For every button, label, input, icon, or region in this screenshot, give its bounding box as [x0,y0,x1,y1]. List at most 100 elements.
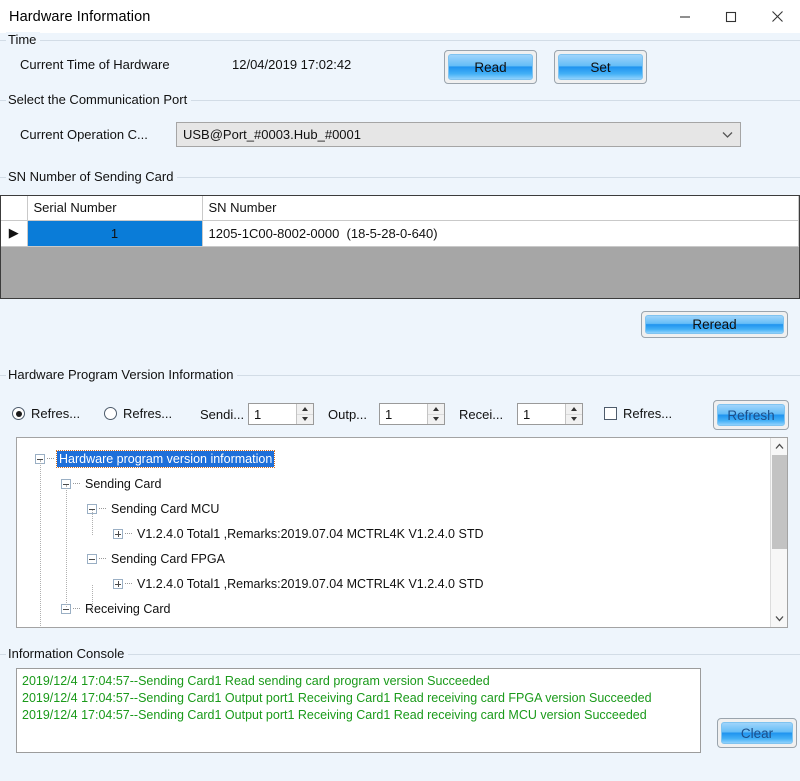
tree-node[interactable]: Receiving Card [17,596,770,621]
version-group-legend: Hardware Program Version Information [6,367,237,382]
table-header-serial: Serial Number [27,196,202,220]
receiving-card-value[interactable]: 1 [518,404,565,424]
radio-refresh-single[interactable]: Refres... [104,406,172,421]
window-controls [662,0,800,33]
scrollbar-thumb[interactable] [772,455,787,549]
tree-connector-line [92,510,93,535]
tree-node-label[interactable]: Sending Card MCU [109,501,221,517]
table-header-row: Serial Number SN Number [1,196,799,220]
sn-table[interactable]: Serial Number SN Number ▶ 1 1205-1C00-80… [0,195,800,299]
refresh-button-label: Refresh [717,404,785,426]
stepper-down-icon[interactable] [428,415,444,425]
chevron-up-icon[interactable] [771,438,788,455]
current-time-value: 12/04/2019 17:02:42 [232,57,351,72]
console-line: 2019/12/4 17:04:57--Sending Card1 Output… [22,707,695,724]
refresh-checkbox[interactable]: Refres... [604,406,672,421]
tree-node-label[interactable]: V1.2.4.0 Total1 ,Remarks:2019.07.04 MCTR… [135,576,485,592]
stepper-up-icon[interactable] [297,404,313,415]
row-serial-number[interactable]: 1 [27,220,202,246]
chevron-down-icon[interactable] [771,610,788,627]
reread-button[interactable]: Reread [641,311,788,338]
tree-node[interactable]: Sending Card MCU [17,496,770,521]
radio-refresh-all[interactable]: Refres... [12,406,80,421]
tree-node[interactable]: Hardware program version information [17,446,770,471]
tree-connector-line [92,585,93,610]
stepper-down-icon[interactable] [566,415,582,425]
tree-connector [125,533,132,534]
row-sn-number[interactable]: 1205-1C00-8002-0000 (18-5-28-0-640) [202,220,799,246]
minimize-button[interactable] [662,0,708,33]
close-icon [771,10,784,23]
refresh-checkbox-label: Refres... [623,406,672,421]
tree-connector-line [40,460,41,627]
console-group-legend: Information Console [6,646,128,661]
read-button[interactable]: Read [444,50,537,84]
clear-button-label: Clear [721,722,793,744]
tree-node-label[interactable]: V1.2.4.0 Total1 ,Remarks:2019.07.04 MCTR… [135,526,485,542]
tree-node[interactable]: V1.2.4.0 Total1 ,Remarks:2019.07.04 MCTR… [17,521,770,546]
expand-icon[interactable] [113,529,123,539]
stepper-up-icon[interactable] [566,404,582,415]
collapse-icon[interactable] [87,554,97,564]
refresh-button[interactable]: Refresh [713,400,789,430]
scrollbar-track[interactable] [771,455,788,610]
output-port-value[interactable]: 1 [380,404,427,424]
radio-refresh-all-label: Refres... [31,406,80,421]
radio-refresh-single-label: Refres... [123,406,172,421]
tree-node-label[interactable]: Hardware program version information [57,451,274,467]
output-port-stepper[interactable]: 1 [379,403,445,425]
tree-node[interactable]: V1.2.4.0 Total1 ,Remarks:2019.07.04 MCTR… [17,571,770,596]
close-button[interactable] [754,0,800,33]
maximize-button[interactable] [708,0,754,33]
console-line: 2019/12/4 17:04:57--Sending Card1 Output… [22,690,695,707]
tree-node-label[interactable]: Sending Card FPGA [109,551,227,567]
tree-node[interactable]: Sending Card FPGA [17,546,770,571]
set-button[interactable]: Set [554,50,647,84]
port-combobox[interactable]: USB@Port_#0003.Hub_#0001 [176,122,741,147]
sending-card-stepper-buttons[interactable] [296,404,313,424]
tree-node-label[interactable]: Sending Card [83,476,163,492]
receiving-card-stepper[interactable]: 1 [517,403,583,425]
tree-connector [47,458,54,459]
current-port-label: Current Operation C... [20,127,148,142]
chevron-down-icon [714,131,740,139]
reread-button-label: Reread [645,315,784,334]
title-bar: Hardware Information [0,0,800,33]
time-group: Time Current Time of Hardware 12/04/2019… [0,40,800,92]
output-port-label: Outp... [328,407,367,422]
table-header-marker [1,196,27,220]
sending-card-label: Sendi... [200,407,244,422]
row-marker-icon: ▶ [1,220,27,246]
minimize-icon [679,11,691,23]
expand-icon[interactable] [113,579,123,589]
information-console[interactable]: 2019/12/4 17:04:57--Sending Card1 Read s… [16,668,701,753]
receiving-card-label: Recei... [459,407,503,422]
port-group: Select the Communication Port Current Op… [0,100,800,162]
sending-card-stepper[interactable]: 1 [248,403,314,425]
tree-connector [99,508,106,509]
console-line: 2019/12/4 17:04:57--Sending Card1 Read s… [22,673,695,690]
sending-card-value[interactable]: 1 [249,404,296,424]
tree-node-label[interactable]: Receiving Card [83,601,172,617]
tree-connector [73,483,80,484]
current-time-label: Current Time of Hardware [20,57,170,72]
read-button-label: Read [448,54,533,80]
stepper-up-icon[interactable] [428,404,444,415]
time-group-legend: Time [6,32,40,47]
checkbox-unchecked-icon [604,407,617,420]
tree-node[interactable]: Sending Card [17,471,770,496]
receiving-card-stepper-buttons[interactable] [565,404,582,424]
table-header-sn: SN Number [202,196,799,220]
radio-selected-icon [12,407,25,420]
stepper-down-icon[interactable] [297,415,313,425]
port-group-legend: Select the Communication Port [6,92,191,107]
sn-group-legend: SN Number of Sending Card [6,169,177,184]
table-row[interactable]: ▶ 1 1205-1C00-8002-0000 (18-5-28-0-640) [1,220,799,246]
version-tree-view[interactable]: Hardware program version information Send… [16,437,788,628]
maximize-icon [725,11,737,23]
window-title: Hardware Information [9,9,150,25]
output-port-stepper-buttons[interactable] [427,404,444,424]
clear-button[interactable]: Clear [717,718,797,748]
tree-connector [99,558,106,559]
tree-scrollbar[interactable] [770,438,787,627]
